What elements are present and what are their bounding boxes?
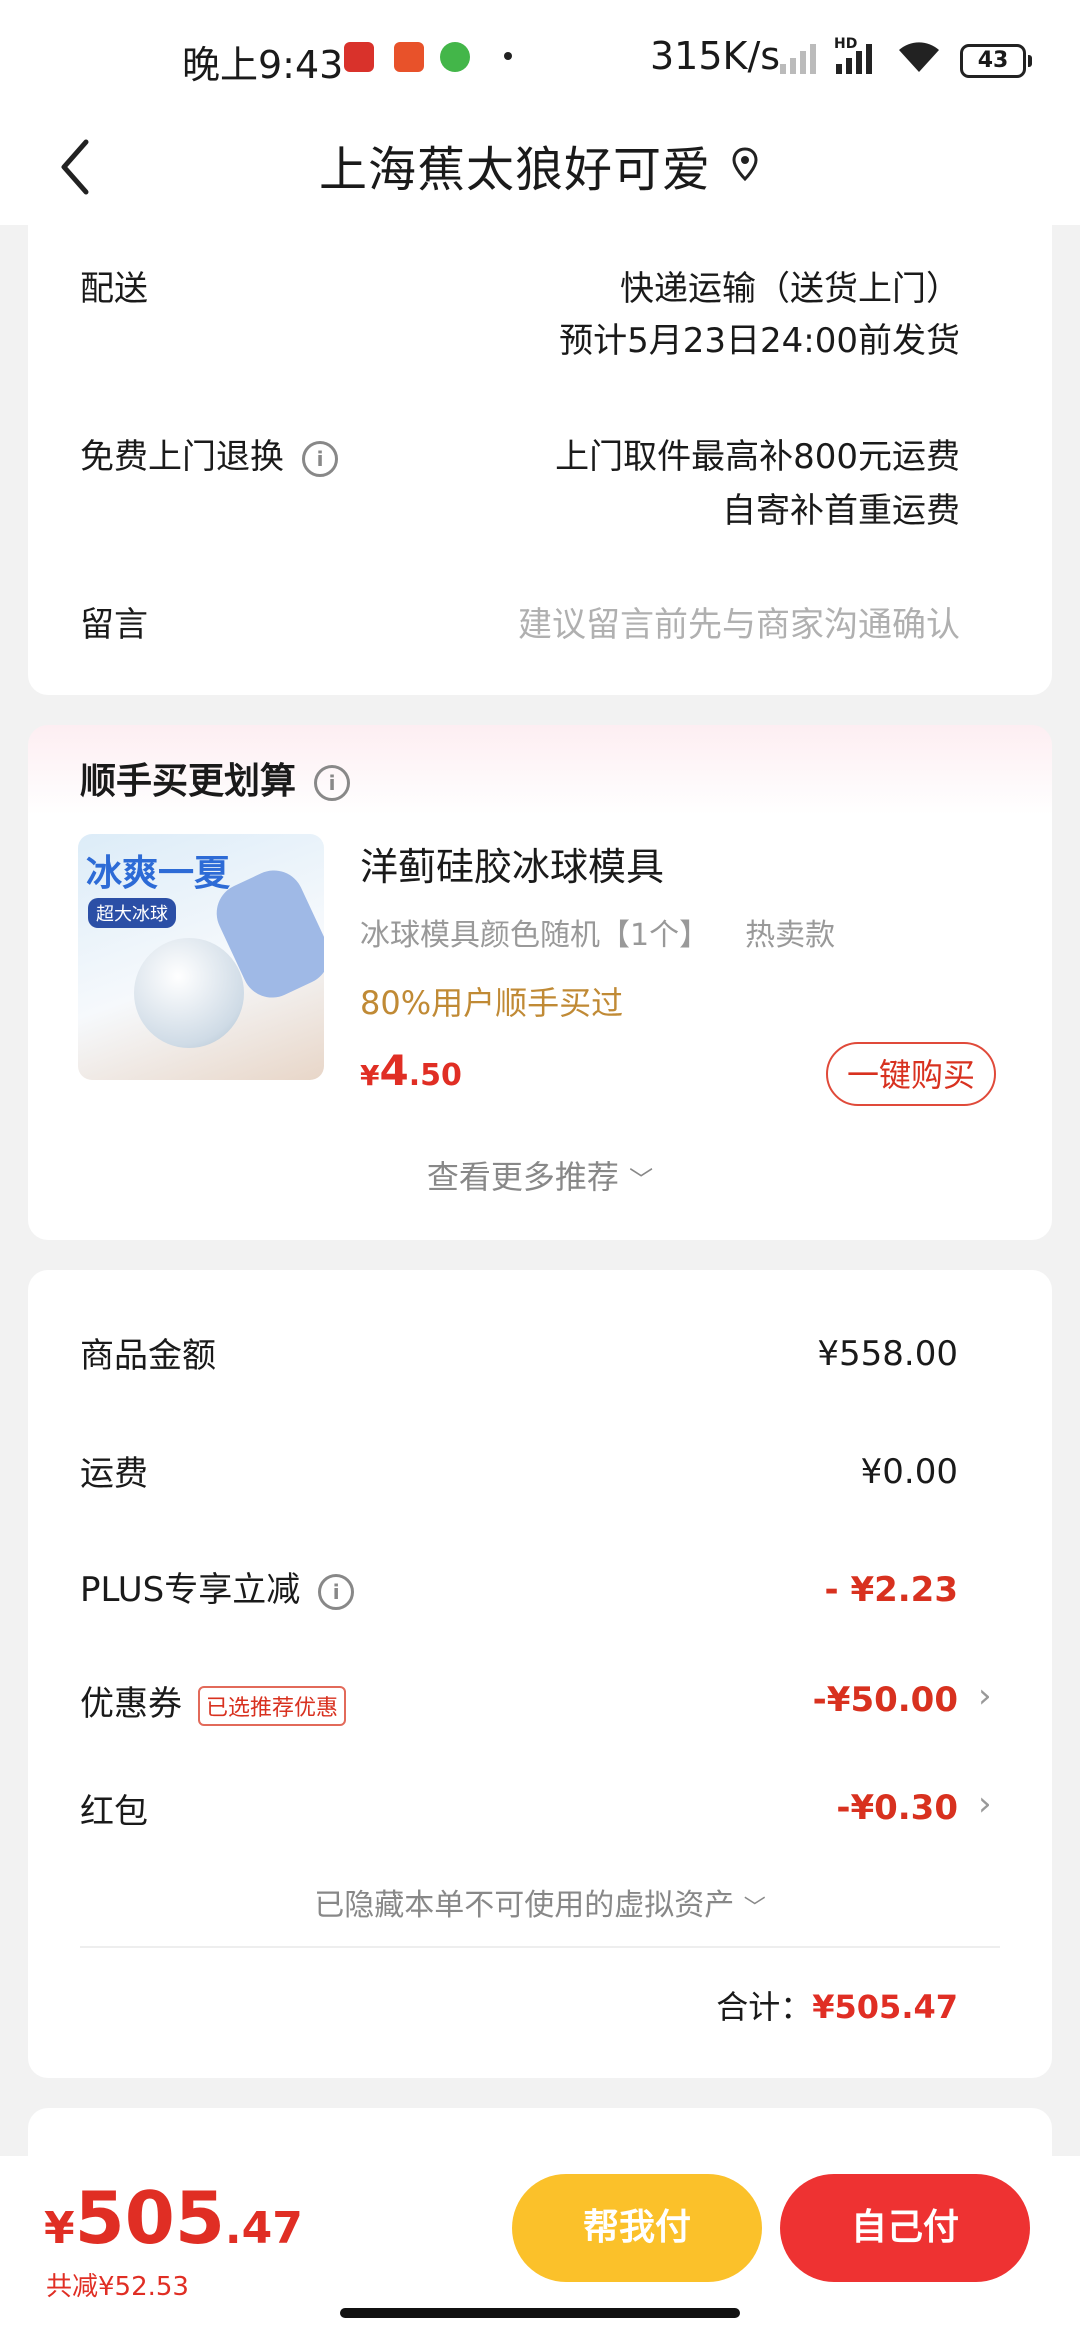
addon-title-text: 顺手买更划算 bbox=[80, 761, 297, 802]
product-spec: 冰球模具颜色随机【1个】 热卖款 bbox=[360, 910, 835, 954]
hot-tag: 热卖款 bbox=[745, 918, 836, 953]
network-speed: 315K/s bbox=[650, 34, 781, 78]
spec-text: 冰球模具颜色随机【1个】 bbox=[360, 918, 710, 953]
pay-amount: ¥505.47 bbox=[44, 2176, 303, 2260]
shipping-label: 运费 bbox=[80, 1454, 148, 1494]
shipping-value: ¥0.00 bbox=[860, 1452, 958, 1492]
hidden-assets-toggle[interactable]: 已隐藏本单不可使用的虚拟资产 ﹀ bbox=[0, 1880, 1080, 1924]
info-icon[interactable]: i bbox=[302, 440, 338, 477]
goods-amount-value: ¥558.00 bbox=[817, 1334, 958, 1374]
chevron-right-icon[interactable]: › bbox=[978, 1676, 992, 1716]
addon-title: 顺手买更划算 i bbox=[80, 752, 351, 804]
image-badge: 超大冰球 bbox=[88, 898, 176, 928]
info-icon[interactable]: i bbox=[314, 765, 351, 801]
coupon-value[interactable]: -¥50.00 bbox=[813, 1680, 958, 1720]
divider bbox=[80, 1946, 1000, 1948]
status-bar: 晚上9:43 315K/s HD 43 bbox=[0, 0, 1080, 110]
total-saved: 共减¥52.53 bbox=[46, 2272, 189, 2302]
help-pay-button[interactable]: 帮我付 bbox=[512, 2174, 762, 2282]
return-self-ship: 自寄补首重运费 bbox=[722, 491, 960, 531]
image-headline: 冰爽一夏 bbox=[86, 853, 231, 894]
free-return-label: 免费上门退换 i bbox=[80, 429, 338, 478]
return-subsidy: 上门取件最高补800元运费 bbox=[555, 437, 960, 477]
redpack-label[interactable]: 红包 bbox=[80, 1784, 148, 1833]
delivery-label: 配送 bbox=[80, 269, 148, 309]
bottom-pay-bar: ¥505.47 共减¥52.53 帮我付 自己付 bbox=[0, 2156, 1080, 2340]
summary-card bbox=[28, 1270, 1052, 2078]
chevron-down-icon: ﹀ bbox=[743, 1896, 766, 1921]
order-total: 合计：¥505.47 bbox=[716, 1988, 958, 2026]
wechat-icon bbox=[440, 42, 470, 72]
product-price: ¥4.50 bbox=[360, 1046, 462, 1095]
location-pin-icon[interactable] bbox=[729, 145, 761, 185]
delivery-eta: 预计5月23日24:00前发货 bbox=[559, 321, 960, 361]
redpack-value[interactable]: -¥0.30 bbox=[836, 1788, 958, 1828]
one-click-buy-button[interactable]: 一键购买 bbox=[826, 1042, 996, 1106]
battery-icon: 43 bbox=[960, 44, 1032, 78]
nav-bar: 上海蕉太狼好可爱 bbox=[0, 110, 1080, 225]
ice-ball bbox=[134, 938, 244, 1048]
delivery-card: 配送 快递运输（送货上门） 预计5月23日24:00前发货 免费上门退换 i 上门… bbox=[28, 225, 1052, 695]
signal-icon bbox=[836, 44, 872, 74]
goods-amount-label: 商品金额 bbox=[80, 1336, 216, 1376]
status-time: 晚上9:43 bbox=[182, 43, 344, 87]
address-title[interactable]: 上海蕉太狼好可爱 bbox=[319, 130, 711, 200]
buyers-note: 80%用户顺手买过 bbox=[360, 984, 624, 1022]
page-title-row: 上海蕉太狼好可爱 bbox=[0, 130, 1080, 200]
signal-icon bbox=[780, 44, 816, 74]
message-label: 留言 bbox=[80, 605, 148, 645]
home-indicator[interactable] bbox=[340, 2308, 740, 2318]
plus-discount-value: - ¥2.23 bbox=[824, 1570, 959, 1610]
plus-discount-label: PLUS专享立减 i bbox=[80, 1562, 355, 1611]
wifi-icon bbox=[899, 42, 939, 72]
coupon-row[interactable]: 优惠券 已选推荐优惠 bbox=[80, 1676, 347, 1726]
app-notification-icon bbox=[394, 42, 424, 72]
self-pay-button[interactable]: 自己付 bbox=[780, 2174, 1030, 2282]
coupon-recommended-tag: 已选推荐优惠 bbox=[198, 1685, 347, 1726]
info-icon[interactable]: i bbox=[318, 1573, 355, 1610]
message-input[interactable]: 建议留言前先与商家沟通确认 bbox=[518, 597, 960, 646]
product-image[interactable]: 冰爽一夏 超大冰球 bbox=[78, 834, 324, 1080]
product-name[interactable]: 洋蓟硅胶冰球模具 bbox=[360, 836, 664, 891]
more-recommendations[interactable]: 查看更多推荐 ﹀ bbox=[0, 1152, 1080, 1198]
chevron-right-icon[interactable]: › bbox=[978, 1784, 992, 1824]
delivery-method[interactable]: 快递运输（送货上门） bbox=[620, 261, 960, 310]
free-return-text: 免费上门退换 bbox=[80, 437, 284, 477]
more-notifications-icon bbox=[504, 52, 512, 60]
chevron-down-icon: ﹀ bbox=[629, 1166, 654, 1194]
app-notification-icon bbox=[344, 42, 374, 72]
